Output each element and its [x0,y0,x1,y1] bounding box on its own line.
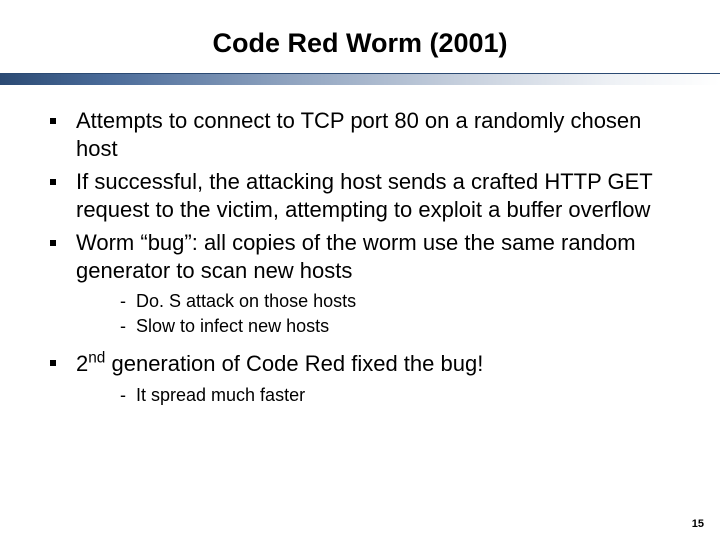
slide-body: Attempts to connect to TCP port 80 on a … [0,85,720,407]
square-bullet-icon [50,118,56,124]
sub-list-item: - Do. S attack on those hosts [76,290,680,313]
square-bullet-icon [50,240,56,246]
list-item: Worm “bug”: all copies of the worm use t… [40,229,680,339]
bullet-text: 2nd generation of Code Red fixed the bug… [76,351,483,376]
slide-title: Code Red Worm (2001) [0,0,720,73]
page-number: 15 [692,518,704,530]
dash-icon: - [120,290,126,313]
list-item: If successful, the attacking host sends … [40,168,680,223]
list-item: 2nd generation of Code Red fixed the bug… [40,349,680,407]
bullet-text: If successful, the attacking host sends … [76,169,652,222]
sub-bullet-text: Do. S attack on those hosts [136,291,356,311]
sub-list: - Do. S attack on those hosts - Slow to … [76,290,680,339]
dash-icon: - [120,384,126,407]
title-divider [0,73,720,85]
sub-bullet-text: It spread much faster [136,385,305,405]
square-bullet-icon [50,360,56,366]
sub-list-item: - It spread much faster [76,384,680,407]
sub-bullet-text: Slow to infect new hosts [136,316,329,336]
list-item: Attempts to connect to TCP port 80 on a … [40,107,680,162]
bullet-list: Attempts to connect to TCP port 80 on a … [40,107,680,407]
bullet-text: Worm “bug”: all copies of the worm use t… [76,230,636,283]
square-bullet-icon [50,179,56,185]
sub-list-item: - Slow to infect new hosts [76,315,680,338]
sub-list: - It spread much faster [76,384,680,407]
dash-icon: - [120,315,126,338]
bullet-text: Attempts to connect to TCP port 80 on a … [76,108,641,161]
